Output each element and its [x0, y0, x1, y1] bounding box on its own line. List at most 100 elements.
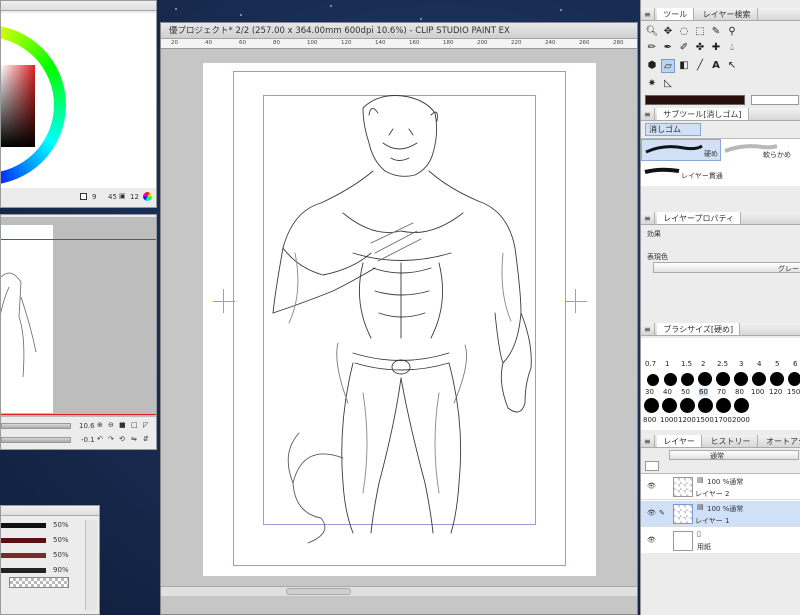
brush-dot[interactable]	[662, 398, 677, 413]
navigator-view-frame[interactable]	[1, 239, 156, 240]
layer-row[interactable]: 👁︎ ▤ 100 %通常 レイヤー 2	[641, 474, 800, 500]
brush-size-option[interactable]: 4	[757, 360, 761, 368]
main-color-swatch[interactable]	[645, 95, 745, 105]
layer-row-selected[interactable]: 👁︎ ✎ ▤ 100 %通常 レイヤー 1	[641, 501, 800, 527]
brush-dot[interactable]	[716, 398, 731, 413]
brush-dot[interactable]	[664, 373, 677, 386]
brush-size-option[interactable]: 3	[739, 360, 743, 368]
brush-dot[interactable]	[680, 398, 695, 413]
figure-icon[interactable]: ╱	[693, 59, 707, 73]
tab-tool[interactable]: ツール	[657, 8, 695, 20]
saturation-value-square[interactable]	[1, 65, 35, 147]
pen-icon[interactable]: ⚲	[725, 25, 739, 39]
move-icon[interactable]: ✥	[661, 25, 675, 39]
brush-dot[interactable]	[698, 372, 712, 386]
fit-page-icon[interactable]: ■	[119, 421, 126, 429]
brush-dot[interactable]	[681, 373, 694, 386]
operation-icon[interactable]: ✷	[645, 77, 659, 91]
brush-size-option[interactable]: 70	[717, 388, 726, 396]
flip-horizontal-icon[interactable]: ⇋	[131, 435, 137, 443]
brush-dot[interactable]	[752, 372, 766, 386]
subtool-item-soft[interactable]: 軟らかめ	[723, 139, 800, 161]
brush-size-option[interactable]: 2	[701, 360, 705, 368]
brush-size-option[interactable]: 2000	[732, 416, 750, 424]
brush-size-option[interactable]: 150	[787, 388, 800, 396]
lasso-icon[interactable]: ◌	[677, 25, 691, 39]
brush-dot[interactable]	[644, 398, 659, 413]
eraser-active-icon[interactable]: ▱	[661, 59, 675, 73]
subtool-item-hard[interactable]: 硬め	[641, 139, 721, 161]
brush-size-option[interactable]: 800	[643, 416, 656, 424]
value-swap-icon[interactable]: ▣	[119, 192, 126, 200]
zoom-readout[interactable]: 10.6	[79, 422, 95, 430]
color-panel-titlebar[interactable]	[1, 1, 156, 11]
brush-dot[interactable]	[734, 372, 748, 386]
eyedropper-icon[interactable]: ✎	[709, 25, 723, 39]
brush-size-option[interactable]: 1	[665, 360, 669, 368]
brush-size-option[interactable]: 60	[699, 388, 708, 396]
horizontal-ruler[interactable]: 20 40 60 80 100 120 140 160 180 200 220 …	[161, 39, 637, 49]
zoom-in-icon[interactable]: ⊕	[97, 421, 103, 429]
layer-row[interactable]: 👁︎ ▯ 用紙	[641, 528, 800, 554]
tab-history[interactable]: ヒストリー	[705, 435, 758, 447]
brush-dot[interactable]	[716, 372, 730, 386]
panel-grip-icon[interactable]: ≡	[641, 108, 655, 120]
brush-size-option[interactable]: 5	[775, 360, 779, 368]
brush-size-option[interactable]: 120	[769, 388, 782, 396]
visibility-eye-icon[interactable]: 👁︎	[647, 536, 656, 544]
hsv-icon[interactable]	[80, 193, 87, 200]
brush-size-option[interactable]: 50	[681, 388, 690, 396]
color-row[interactable]	[1, 538, 46, 543]
fill-icon[interactable]: ⬢	[645, 59, 659, 73]
brush-size-option[interactable]: 100	[751, 388, 764, 396]
navigator-rotate-slider[interactable]	[1, 437, 71, 443]
pencil-icon[interactable]: ✏	[645, 41, 659, 55]
tab-auto-action[interactable]: オートアクション	[760, 435, 800, 447]
airbrush-icon[interactable]: ✐	[677, 41, 691, 55]
blend-mode-select[interactable]: 通常	[669, 450, 799, 460]
sub-color-swatch[interactable]	[751, 95, 799, 105]
color-circle-icon[interactable]	[143, 192, 152, 201]
color-row[interactable]	[1, 553, 46, 558]
rotate-left-icon[interactable]: ↶	[97, 435, 103, 443]
horizontal-scrollbar[interactable]	[161, 586, 637, 596]
panel-grip-icon[interactable]: ≡	[641, 323, 655, 335]
brush-size-option[interactable]: 1000	[660, 416, 678, 424]
zoom-out-icon[interactable]: ⊖	[108, 421, 114, 429]
zoom-icon[interactable]: 🔍︎	[645, 25, 659, 39]
brush-size-option[interactable]: 6	[793, 360, 797, 368]
brush-size-option[interactable]: 30	[645, 388, 654, 396]
visibility-eye-icon[interactable]: 👁︎	[647, 509, 656, 517]
eraser-icon[interactable]: ✚	[709, 41, 723, 55]
brush-size-option[interactable]: 80	[735, 388, 744, 396]
panel-grip-icon[interactable]: ≡	[641, 212, 655, 224]
brush-size-option[interactable]: 1500	[696, 416, 714, 424]
subtool-group-tab[interactable]: 消しゴム	[645, 123, 701, 136]
subtool-item-through-layer[interactable]: レイヤー貫通	[641, 162, 723, 184]
brush-size-option[interactable]: 1.5	[681, 360, 692, 368]
tab-layer[interactable]: レイヤー	[657, 435, 703, 447]
brush-size-option[interactable]: 40	[663, 388, 672, 396]
flip-vertical-icon[interactable]: ⇵	[143, 435, 149, 443]
scrollbar[interactable]	[85, 520, 97, 610]
ruler-icon[interactable]: ◺	[661, 77, 675, 91]
brush-dot[interactable]	[647, 374, 659, 386]
document-titlebar[interactable]: 優プロジェクト* 2/2 (257.00 x 364.00mm 600dpi 1…	[161, 23, 637, 39]
actual-size-icon[interactable]: □	[131, 421, 138, 429]
rotate-readout[interactable]: -0.1	[81, 436, 95, 444]
brush-icon[interactable]: ✒	[661, 41, 675, 55]
gradient-icon[interactable]: ◧	[677, 59, 691, 73]
reset-rotate-icon[interactable]: ⟲	[119, 435, 125, 443]
brush-dot[interactable]	[770, 372, 784, 386]
brush-size-option[interactable]: 1200	[678, 416, 696, 424]
deco-icon[interactable]: ✤	[693, 41, 707, 55]
scroll-thumb[interactable]	[286, 588, 351, 595]
transparent-swatch[interactable]	[9, 577, 69, 588]
flip-icon[interactable]: ◸	[143, 421, 148, 429]
color-row[interactable]	[1, 523, 46, 528]
navigator-zoom-slider[interactable]	[1, 423, 71, 429]
visibility-eye-icon[interactable]: 👁︎	[647, 482, 656, 490]
frame-icon[interactable]: ↖	[725, 59, 739, 73]
brush-size-option[interactable]: 0.7	[645, 360, 656, 368]
expression-color-select[interactable]: グレー	[653, 262, 800, 273]
